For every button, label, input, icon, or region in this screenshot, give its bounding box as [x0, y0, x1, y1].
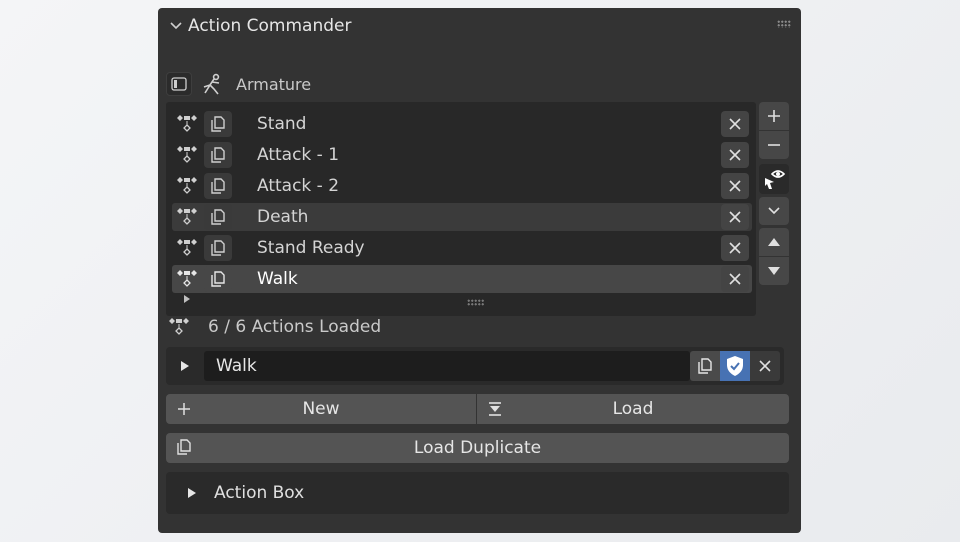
action-name[interactable]: Attack - 1 [257, 145, 721, 165]
duplicate-icon[interactable] [204, 204, 232, 230]
keyframe-icon [172, 203, 202, 231]
action-name[interactable]: Death [257, 207, 721, 227]
duplicate-icon[interactable] [204, 111, 232, 137]
keyframe-icon [172, 172, 202, 200]
keyframe-icon [172, 110, 202, 138]
load-duplicate-label: Load Duplicate [413, 438, 542, 458]
load-button-label: Load [612, 399, 654, 419]
eye-icon[interactable] [759, 164, 789, 194]
keyframe-icon [172, 141, 202, 169]
resize-grip-icon[interactable] [467, 299, 485, 306]
new-button-label: New [302, 399, 340, 419]
plus-icon[interactable] [759, 102, 789, 130]
duplicate-icon[interactable] [204, 266, 232, 292]
object-name: Armature [236, 74, 312, 94]
load-duplicate-button[interactable]: Load Duplicate [166, 433, 789, 463]
duplicate-icon[interactable] [690, 351, 720, 381]
list-item[interactable]: Attack - 1 [172, 141, 752, 169]
action-box-subpanel[interactable]: Action Box [166, 472, 789, 514]
close-icon[interactable] [750, 351, 780, 381]
minus-icon[interactable] [759, 131, 789, 159]
duplicate-icon[interactable] [204, 235, 232, 261]
action-name[interactable]: Stand [257, 114, 721, 134]
object-data-icon[interactable] [166, 72, 192, 96]
list-item[interactable]: Death [172, 203, 752, 231]
actions-loaded-text: 6 / 6 Actions Loaded [208, 317, 382, 337]
duplicate-icon [174, 437, 194, 457]
actions-list[interactable]: Stand Attack - 1 Attack - 2 Death Stand … [166, 102, 756, 316]
new-load-row: New Load [166, 394, 789, 424]
keyframe-icon [166, 315, 192, 339]
shield-icon[interactable] [720, 351, 750, 381]
plus-icon [174, 399, 194, 419]
duplicate-icon[interactable] [204, 173, 232, 199]
new-button[interactable]: New [166, 394, 476, 424]
panel-title: Action Commander [188, 16, 352, 36]
close-icon[interactable] [721, 204, 749, 230]
close-icon[interactable] [721, 173, 749, 199]
triangle-up-icon[interactable] [759, 228, 789, 256]
action-name[interactable]: Stand Ready [257, 238, 721, 258]
list-item[interactable]: Stand [172, 110, 752, 138]
list-item[interactable]: Attack - 2 [172, 172, 752, 200]
close-icon[interactable] [721, 266, 749, 292]
close-icon[interactable] [721, 142, 749, 168]
play-icon[interactable] [186, 487, 198, 499]
play-icon[interactable] [166, 347, 204, 385]
action-box-label: Action Box [214, 483, 305, 503]
close-icon[interactable] [721, 111, 749, 137]
action-name[interactable]: Walk [257, 269, 721, 289]
active-action-field: Walk [166, 347, 784, 385]
object-row: Armature [166, 68, 311, 100]
panel-header[interactable]: Action Commander [158, 8, 801, 44]
duplicate-icon[interactable] [204, 142, 232, 168]
action-commander-panel: Action Commander Armature Stand Attack -… [158, 8, 801, 533]
drag-grip-icon[interactable] [777, 20, 791, 28]
chevron-down-icon[interactable] [759, 197, 789, 225]
import-icon [485, 399, 505, 419]
load-button[interactable]: Load [477, 394, 789, 424]
keyframe-icon [172, 234, 202, 262]
list-item[interactable]: Stand Ready [172, 234, 752, 262]
active-action-input[interactable]: Walk [204, 351, 690, 381]
close-icon[interactable] [721, 235, 749, 261]
play-icon[interactable] [182, 289, 192, 308]
action-name[interactable]: Attack - 2 [257, 176, 721, 196]
list-item[interactable]: Walk [172, 265, 752, 293]
armature-icon [200, 73, 224, 95]
triangle-down-icon[interactable] [759, 257, 789, 285]
actions-count: 6 / 6 Actions Loaded [166, 311, 381, 343]
chevron-down-icon[interactable] [166, 16, 186, 36]
